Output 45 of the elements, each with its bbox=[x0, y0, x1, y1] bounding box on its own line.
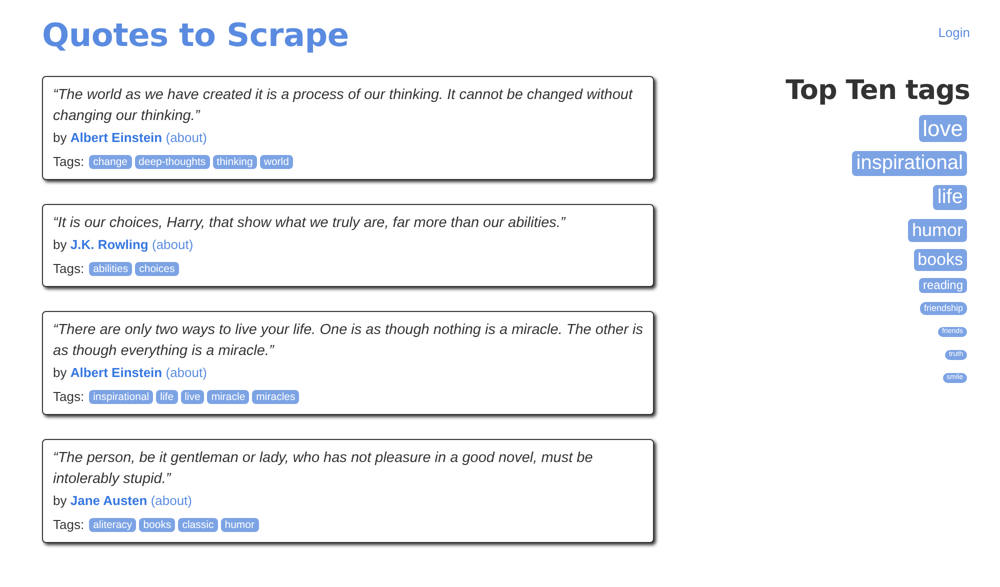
tag-link[interactable]: inspirational bbox=[89, 390, 154, 404]
tag-link[interactable]: humor bbox=[220, 518, 258, 532]
sidebar-title: Top Ten tags bbox=[786, 75, 970, 106]
about-link[interactable]: (about) bbox=[166, 365, 207, 380]
tags-label: Tags: bbox=[53, 517, 84, 532]
author-name: Jane Austen bbox=[70, 493, 148, 508]
tag-link[interactable]: thinking bbox=[212, 154, 257, 168]
tag-link[interactable]: humor bbox=[908, 219, 967, 242]
quote-text: “The world as we have created it is a process of our thinking. It cannot be changed without changing our thinking.” bbox=[53, 86, 634, 126]
quote-text: “There are only two ways to live your life. One is as though nothing is a miracle. The other is as though everything is a miracle.” bbox=[53, 321, 643, 361]
by-label: by bbox=[53, 493, 67, 508]
tag-link[interactable]: miracles bbox=[252, 390, 300, 404]
tags-label: Tags: bbox=[53, 154, 84, 169]
tags-label: Tags: bbox=[53, 261, 84, 276]
login-link[interactable]: Login bbox=[938, 25, 970, 40]
by-label: by bbox=[53, 237, 67, 252]
about-link[interactable]: (about) bbox=[166, 130, 207, 145]
tag-link[interactable]: choices bbox=[135, 262, 179, 276]
by-label: by bbox=[53, 130, 67, 145]
tag-link[interactable]: live bbox=[180, 390, 204, 404]
tag-link[interactable]: world bbox=[260, 154, 293, 168]
tag-link[interactable]: classic bbox=[178, 518, 218, 532]
tag-link[interactable]: life bbox=[156, 390, 178, 404]
tag-link[interactable]: inspirational bbox=[852, 151, 967, 176]
tag-link[interactable]: miracle bbox=[207, 390, 250, 404]
quote-text: “The person, be it gentleman or lady, who has not pleasure in a good novel, must be intolerably stupid.” bbox=[53, 449, 594, 489]
tag-link[interactable]: love bbox=[918, 115, 967, 142]
tag-link[interactable]: friendship bbox=[920, 302, 967, 315]
by-label: by bbox=[53, 365, 67, 380]
tag-link[interactable]: change bbox=[89, 154, 132, 168]
tag-link[interactable]: books bbox=[914, 248, 967, 271]
tag-link[interactable]: abilities bbox=[89, 262, 132, 276]
tags-label: Tags: bbox=[53, 389, 84, 404]
tag-link[interactable]: books bbox=[139, 518, 176, 532]
about-link[interactable]: (about) bbox=[152, 237, 194, 252]
tag-link[interactable]: deep-thoughts bbox=[134, 154, 210, 168]
quote-text: “It is our choices, Harry, that show what we truly are, far more than our abilities.” bbox=[53, 214, 567, 233]
author-name: J.K. Rowling bbox=[70, 237, 148, 252]
tag-link[interactable]: life bbox=[933, 185, 967, 210]
about-link[interactable]: (about) bbox=[150, 493, 192, 508]
author-name: Albert Einstein bbox=[70, 365, 162, 380]
tag-link[interactable]: aliteracy bbox=[89, 518, 136, 532]
tag-link[interactable]: reading bbox=[918, 278, 967, 294]
site-title[interactable]: Quotes to Scrape bbox=[42, 16, 349, 54]
author-name: Albert Einstein bbox=[70, 130, 162, 145]
